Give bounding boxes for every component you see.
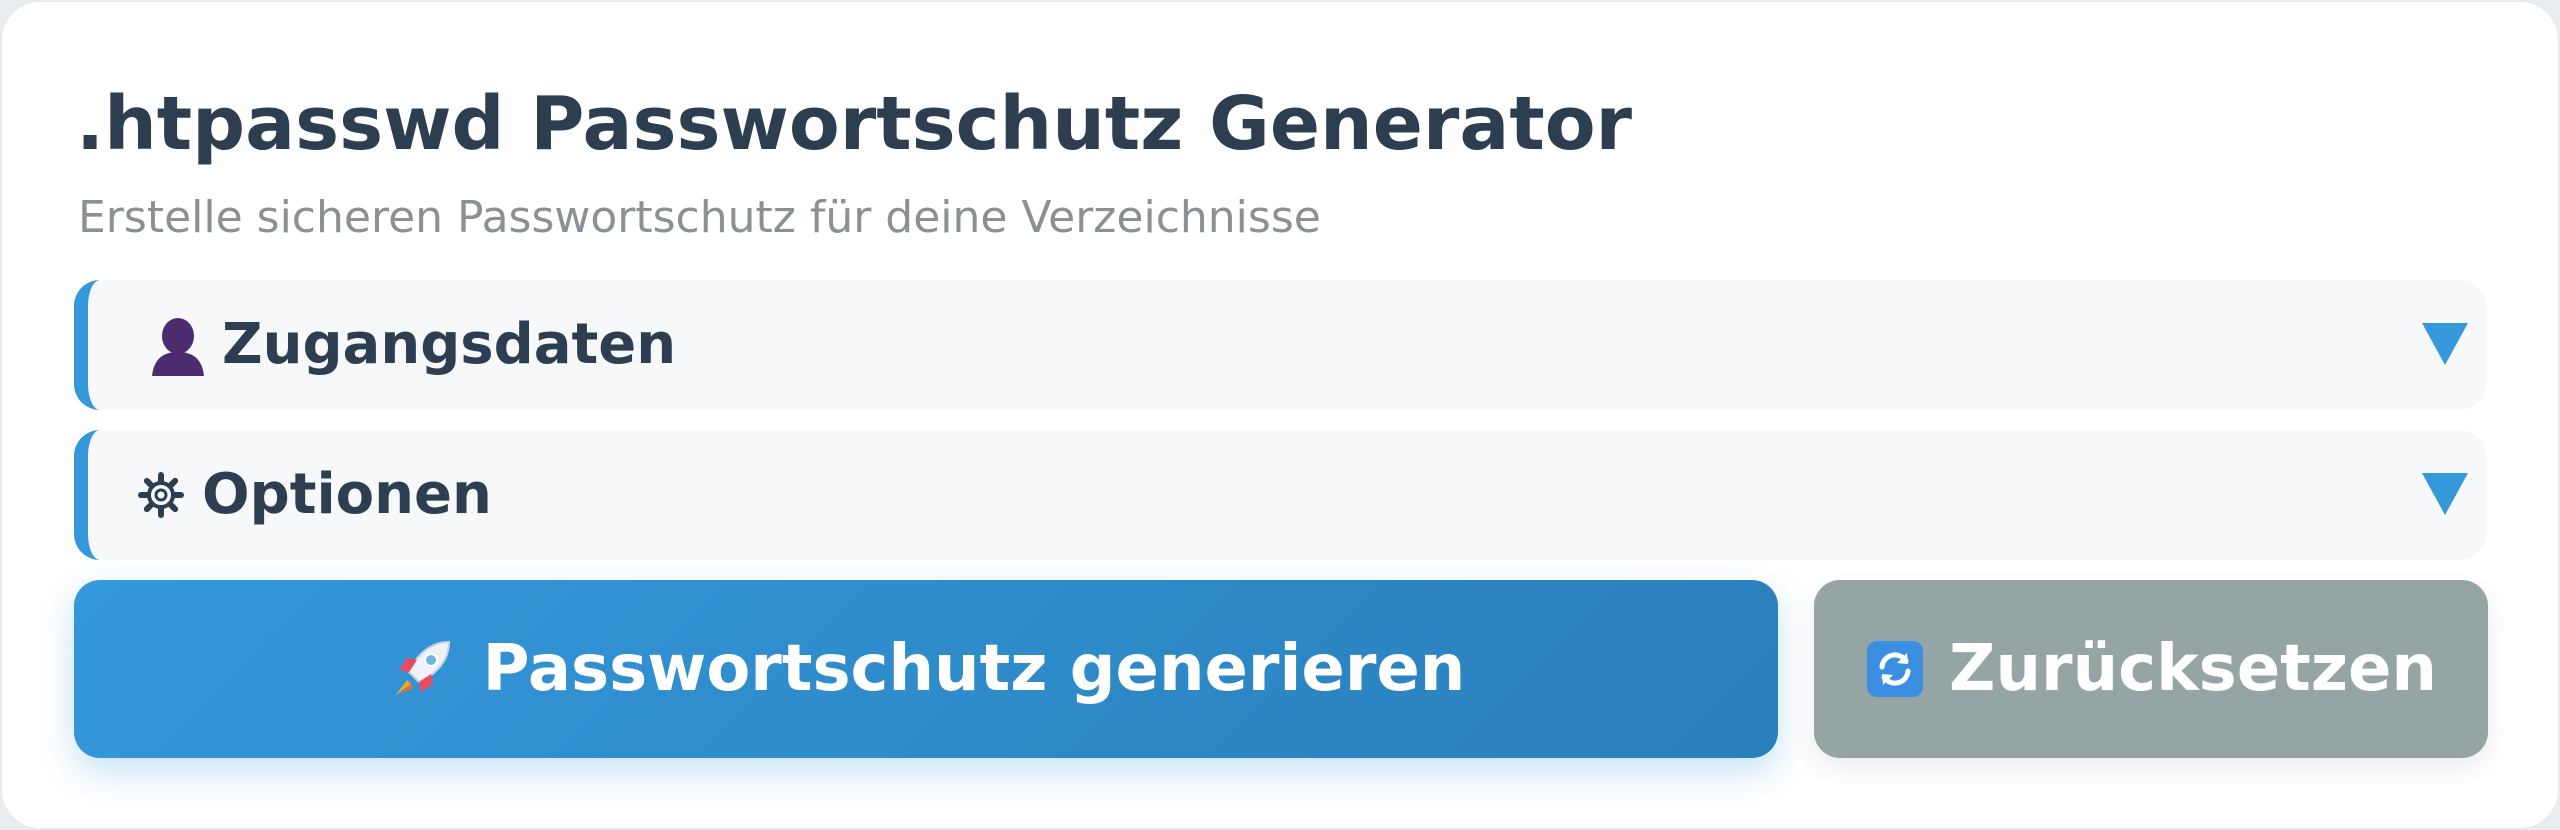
refresh-icon: [1865, 639, 1925, 699]
reset-button[interactable]: Zurücksetzen: [1814, 580, 2488, 758]
chevron-down-icon[interactable]: [2422, 323, 2468, 365]
page-title: .htpasswd Passwortschutz Generator: [76, 81, 1633, 167]
section-optionen[interactable]: Optionen: [74, 430, 2486, 560]
reset-button-label: Zurücksetzen: [1949, 632, 2437, 706]
section-zugangsdaten[interactable]: Zugangsdaten: [74, 280, 2486, 410]
section-label: Optionen: [202, 462, 492, 527]
page-subtitle: Erstelle sicheren Passwortschutz für dei…: [78, 192, 1321, 243]
section-label: Zugangsdaten: [222, 312, 677, 377]
generator-card: .htpasswd Passwortschutz Generator Erste…: [0, 0, 2560, 830]
rocket-icon: [387, 634, 457, 704]
chevron-down-icon[interactable]: [2422, 473, 2468, 515]
user-silhouette-icon: [148, 280, 208, 410]
gear-icon: [138, 430, 184, 560]
generate-button-label: Passwortschutz generieren: [482, 632, 1466, 706]
generate-button[interactable]: Passwortschutz generieren: [74, 580, 1778, 758]
